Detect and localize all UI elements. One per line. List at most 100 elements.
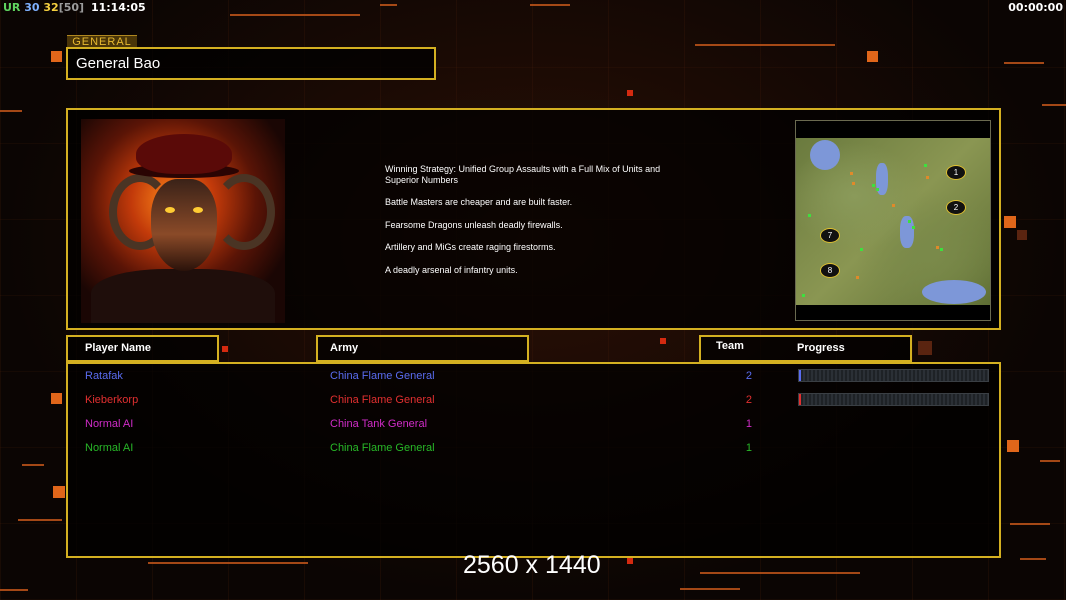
map-structure (852, 182, 855, 185)
map-structure (850, 172, 853, 175)
general-description: Winning Strategy: Unified Group Assaults… (385, 164, 715, 287)
map-resource (876, 188, 879, 191)
player-army: China Flame General (330, 442, 435, 454)
hud-value-1: 30 (24, 1, 40, 14)
player-team: 2 (745, 394, 752, 406)
player-name: Normal AI (85, 442, 134, 454)
player-team: 1 (745, 418, 752, 430)
map-lake (900, 216, 914, 248)
accent-line (380, 4, 397, 6)
accent-square (1017, 230, 1027, 240)
map-resource (940, 248, 943, 251)
start-position-8[interactable]: 8 (820, 263, 840, 278)
map-structure (936, 246, 939, 249)
accent-line (1020, 558, 1046, 560)
player-name: Kieberkorp (85, 394, 139, 406)
accent-line (695, 44, 835, 46)
player-list: Ratafak China Flame General 2 Kieberkorp… (66, 362, 1001, 558)
accent-square (51, 393, 62, 404)
map-structure (926, 176, 929, 179)
strategy-text-cont: Superior Numbers (385, 175, 459, 185)
accent-line (230, 14, 360, 16)
team-header: Team (716, 340, 744, 352)
trait-battlemasters: Battle Masters are cheaper and are built… (385, 197, 573, 207)
game-timer: 00:00:00 (1008, 1, 1063, 14)
player-row: Normal AI China Flame General 1 (68, 439, 999, 459)
accent-square (1007, 440, 1019, 452)
player-army: China Tank General (330, 418, 428, 430)
trait-dragons: Fearsome Dragons unleash deadly firewall… (385, 219, 563, 230)
map-resource (912, 226, 915, 229)
resolution-overlay: 2560 x 1440 (463, 551, 601, 579)
accent-square (918, 341, 932, 355)
trait-artillery: Artillery and MiGs create raging firesto… (385, 242, 556, 252)
accent-line (1010, 523, 1050, 525)
accent-square (53, 486, 65, 498)
accent-line (148, 562, 308, 564)
accent-square (867, 51, 878, 62)
player-army: China Flame General (330, 370, 435, 382)
player-name: Ratafak (85, 370, 123, 382)
accent-square (222, 346, 228, 352)
map-lake (922, 280, 986, 304)
accent-square (51, 51, 62, 62)
general-name-box: General Bao (66, 47, 436, 80)
progress-header: Progress (797, 342, 845, 354)
map-terrain: 1 2 7 8 (796, 138, 990, 305)
hud-value-2: 32 (43, 1, 59, 14)
map-lake (810, 140, 840, 170)
accent-square (627, 90, 633, 96)
player-name: Normal AI (85, 418, 134, 430)
load-progress-bar (798, 369, 989, 382)
map-resource (872, 184, 875, 187)
accent-line (700, 572, 860, 574)
map-resource (924, 164, 927, 167)
player-row: Kieberkorp China Flame General 2 (68, 391, 999, 411)
army-header: Army (330, 342, 359, 354)
map-structure (856, 276, 859, 279)
player-row: Normal AI China Tank General 1 (68, 415, 999, 435)
column-header-team-progress[interactable]: Team Progress (699, 335, 912, 362)
accent-line (1040, 460, 1060, 462)
portrait-face (151, 179, 217, 271)
accent-square (1004, 216, 1016, 228)
general-name: General Bao (76, 55, 161, 72)
player-team: 1 (745, 442, 752, 454)
map-resource (802, 294, 805, 297)
player-team: 2 (745, 370, 752, 382)
trait-infantry: A deadly arsenal of infantry units. (385, 264, 518, 275)
player-name-header: Player Name (85, 342, 152, 354)
load-progress-bar (798, 393, 989, 406)
accent-square (660, 338, 666, 344)
system-clock: 11:14:05 (90, 1, 146, 14)
accent-line (530, 4, 570, 6)
accent-line (0, 110, 22, 112)
column-header-army[interactable]: Army (316, 335, 529, 362)
load-progress-fill (799, 394, 801, 405)
map-resource (908, 220, 911, 223)
accent-line (1004, 62, 1044, 64)
load-progress-fill (799, 370, 801, 381)
portrait-eye-left (165, 207, 175, 213)
map-resource (808, 214, 811, 217)
portrait-eye-right (193, 207, 203, 213)
map-resource (860, 248, 863, 251)
player-row: Ratafak China Flame General 2 (68, 367, 999, 387)
strategy-text: Winning Strategy: Unified Group Assaults… (385, 164, 661, 174)
hud-value-3: [50] (58, 1, 85, 14)
accent-line (1042, 104, 1066, 106)
map-preview: 1 2 7 8 (795, 120, 991, 321)
accent-square (627, 558, 633, 564)
accent-line (18, 519, 62, 521)
start-position-1[interactable]: 1 (946, 165, 966, 180)
general-info-panel: Winning Strategy: Unified Group Assaults… (66, 108, 1001, 330)
player-army: China Flame General (330, 394, 435, 406)
start-position-7[interactable]: 7 (820, 228, 840, 243)
general-portrait (81, 119, 285, 323)
accent-line (680, 588, 740, 590)
start-position-2[interactable]: 2 (946, 200, 966, 215)
column-header-player[interactable]: Player Name (66, 335, 219, 362)
portrait-suit (91, 269, 275, 323)
portrait-hat (136, 134, 232, 174)
accent-line (22, 464, 44, 466)
